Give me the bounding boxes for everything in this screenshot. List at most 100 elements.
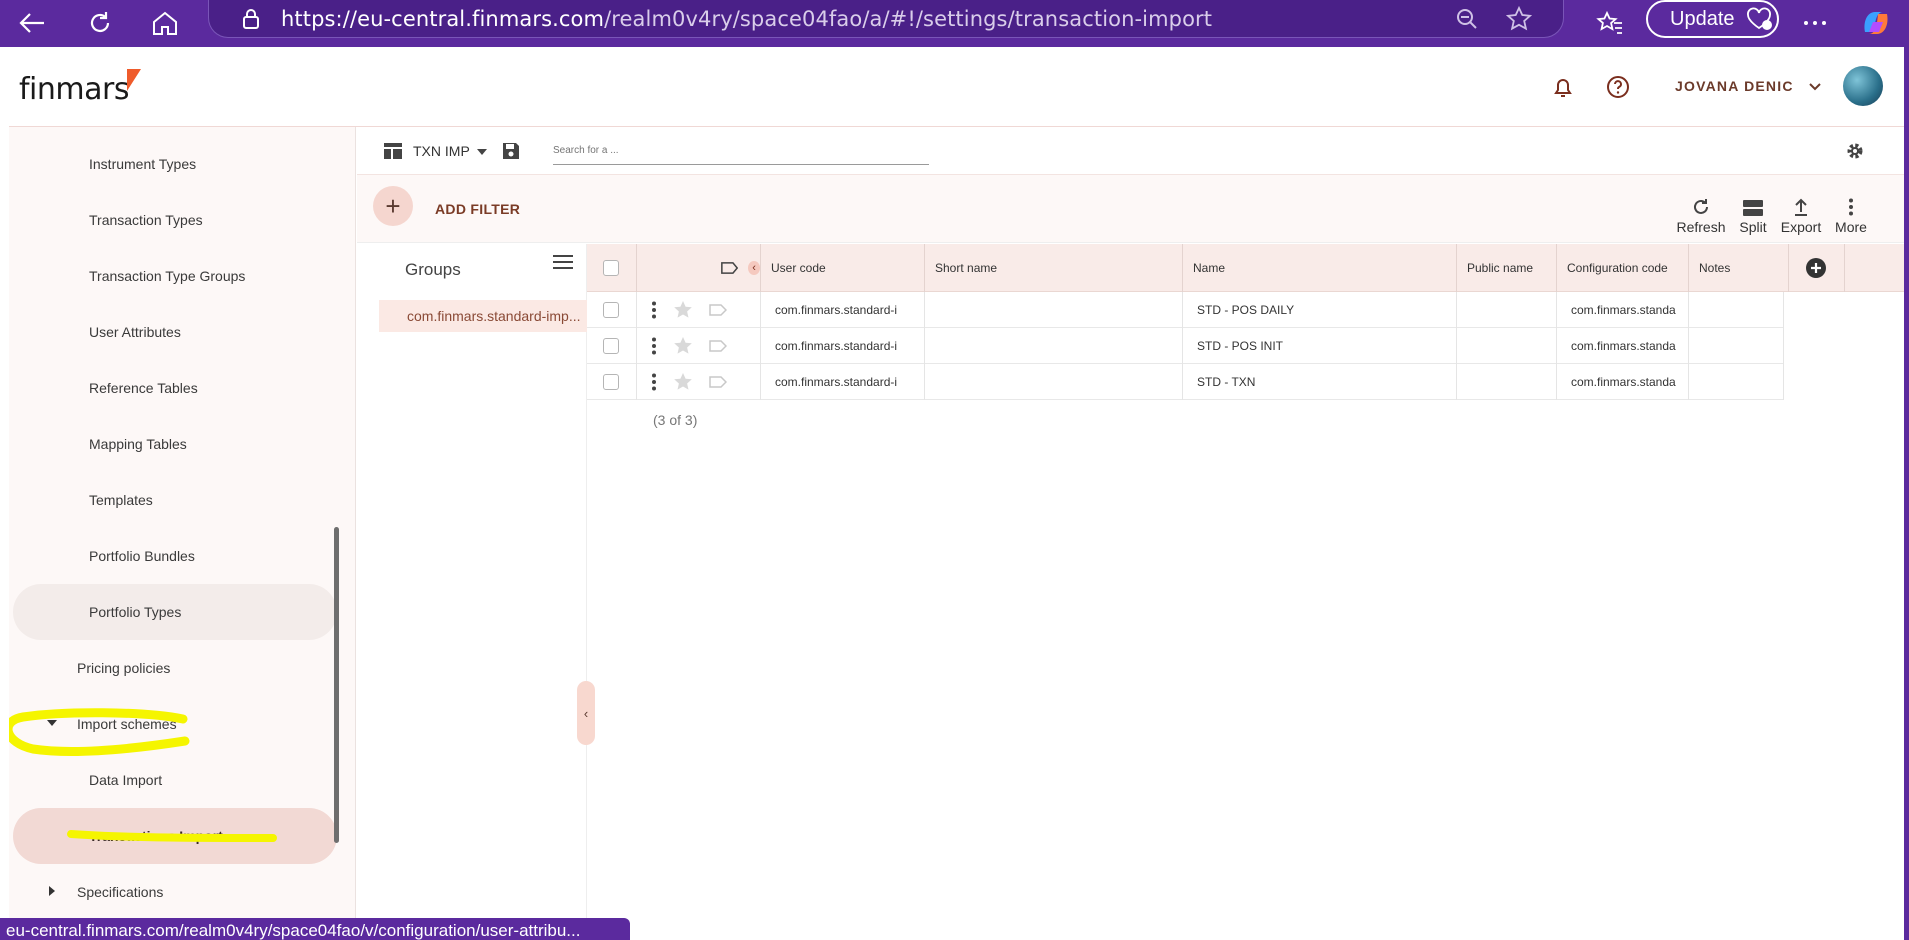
sidebar-item-specifications[interactable]: Specifications (9, 864, 339, 920)
column-label: Name (1193, 261, 1226, 275)
column-header-name[interactable]: Name (1183, 244, 1457, 292)
column-header-short-name[interactable]: Short name (925, 244, 1183, 292)
caret-down-icon (477, 149, 488, 156)
cell-configuration-code: com.finmars.standa (1557, 364, 1689, 400)
column-label: User code (771, 261, 826, 275)
tag-icon[interactable] (721, 261, 739, 275)
screen: https://eu-central.finmars.com/realm0v4r… (0, 0, 1909, 940)
sidebar-item-transaction-types[interactable]: Transaction Types (9, 192, 339, 248)
row-menu-icon[interactable] (651, 373, 657, 391)
sidebar-item-reference-tables[interactable]: Reference Tables (9, 360, 339, 416)
finmars-logo[interactable]: finmars (19, 69, 141, 107)
row-actions (637, 328, 761, 364)
sidebar-scrollbar[interactable] (334, 527, 339, 843)
save-icon[interactable] (491, 132, 531, 170)
table-row[interactable]: com.finmars.standard-i STD - POS DAILY c… (587, 292, 1784, 328)
search-field[interactable] (553, 137, 929, 165)
address-bar[interactable]: https://eu-central.finmars.com/realm0v4r… (208, 0, 1564, 38)
chevron-down-icon (1809, 83, 1821, 91)
export-icon (1795, 198, 1807, 216)
avatar[interactable] (1843, 66, 1883, 106)
back-arrow-icon[interactable] (12, 4, 52, 42)
add-filter-label[interactable]: ADD FILTER (435, 201, 520, 217)
row-checkbox[interactable] (603, 302, 619, 318)
update-button[interactable]: Update (1646, 0, 1779, 38)
copilot-icon[interactable] (1856, 4, 1896, 42)
sidebar-item-templates[interactable]: Templates (9, 472, 339, 528)
sidebar-item-transaction-type-groups[interactable]: Transaction Type Groups (9, 248, 339, 304)
sidebar-item-mapping-tables[interactable]: Mapping Tables (9, 416, 339, 472)
sidebar-item-pricing-policies[interactable]: Pricing policies (9, 640, 339, 696)
group-item-label: com.finmars.standard-imp... (407, 308, 581, 324)
row-checkbox-cell (587, 328, 637, 364)
export-button[interactable]: Export (1773, 185, 1829, 235)
group-item[interactable]: com.finmars.standard-imp... (379, 300, 587, 332)
tag-icon[interactable] (709, 376, 727, 388)
row-checkbox-cell (587, 364, 637, 400)
search-input[interactable] (553, 137, 929, 163)
sidebar-item-data-import[interactable]: Data Import (9, 752, 339, 808)
tag-icon[interactable] (709, 340, 727, 352)
column-header-user-code[interactable]: User code (761, 244, 925, 292)
row-actions (637, 364, 761, 400)
favorite-star-icon[interactable] (1499, 0, 1539, 38)
browser-frame-edge (1904, 0, 1909, 940)
cell-user-code: com.finmars.standard-i (761, 292, 925, 328)
cell-user-code: com.finmars.standard-i (761, 328, 925, 364)
more-dots-icon[interactable] (1795, 4, 1835, 42)
cell-public-name (1457, 328, 1557, 364)
groups-menu-icon[interactable] (551, 250, 575, 274)
notifications-bell-icon[interactable] (1543, 68, 1583, 106)
refresh-button[interactable]: Refresh (1673, 185, 1729, 235)
column-header-public-name[interactable]: Public name (1457, 244, 1557, 292)
zoom-out-icon[interactable] (1447, 0, 1487, 38)
select-all-checkbox[interactable] (603, 260, 619, 276)
favorite-star-icon[interactable] (673, 336, 693, 356)
row-checkbox[interactable] (603, 338, 619, 354)
sidebar-item-instrument-types[interactable]: Instrument Types (9, 136, 339, 192)
row-checkbox[interactable] (603, 374, 619, 390)
update-label: Update (1670, 7, 1735, 30)
split-icon (1743, 200, 1763, 216)
favorites-icon[interactable] (1590, 4, 1630, 42)
tag-icon[interactable] (709, 304, 727, 316)
help-icon[interactable] (1598, 68, 1638, 106)
lock-icon[interactable] (231, 0, 271, 38)
favorite-star-icon[interactable] (673, 300, 693, 320)
home-icon[interactable] (145, 4, 185, 42)
cell-name: STD - TXN (1183, 364, 1457, 400)
reload-icon[interactable] (80, 4, 120, 42)
table-row[interactable]: com.finmars.standard-i STD - POS INIT co… (587, 328, 1784, 364)
cell-public-name (1457, 292, 1557, 328)
add-filter-button[interactable]: + (373, 186, 413, 226)
add-column-icon[interactable] (1805, 257, 1827, 279)
select-all-checkbox-cell (587, 244, 637, 292)
more-button[interactable]: More (1823, 185, 1879, 235)
sidebar-item-label: Pricing policies (77, 660, 171, 676)
layout-selector[interactable]: TXN IMP (413, 143, 488, 159)
browser-toolbar: https://eu-central.finmars.com/realm0v4r… (0, 0, 1909, 47)
layout-toolbar: TXN IMP (357, 127, 1904, 175)
chevron-left-icon[interactable]: ‹ (748, 261, 760, 275)
sidebar-item-portfolio-types[interactable]: Portfolio Types (13, 584, 337, 640)
yellow-highlight-scribble (9, 708, 190, 756)
collapse-groups-handle[interactable]: ‹ (577, 681, 595, 745)
url-text[interactable]: https://eu-central.finmars.com/realm0v4r… (281, 7, 1212, 31)
main-content: TXN IMP + ADD FILTER Refresh Split (357, 127, 1904, 940)
user-menu[interactable]: JOVANA DENIC (1675, 78, 1821, 94)
column-header-notes[interactable]: Notes (1689, 244, 1789, 292)
settings-gear-icon[interactable] (1835, 132, 1875, 170)
groups-panel: Groups com.finmars.standard-imp... ‹ (357, 244, 595, 940)
table-row[interactable]: com.finmars.standard-i STD - TXN com.fin… (587, 364, 1784, 400)
layout-grid-icon[interactable] (373, 132, 413, 170)
sidebar-item-portfolio-bundles[interactable]: Portfolio Bundles (9, 528, 339, 584)
row-menu-icon[interactable] (651, 301, 657, 319)
status-bar-url: eu-central.finmars.com/realm0v4ry/space0… (0, 918, 630, 940)
row-menu-icon[interactable] (651, 337, 657, 355)
favorite-star-icon[interactable] (673, 372, 693, 392)
health-heart-icon (1746, 7, 1772, 30)
column-header-configuration-code[interactable]: Configuration code (1557, 244, 1689, 292)
sidebar-item-label: Templates (89, 492, 153, 508)
sidebar-item-user-attributes[interactable]: User Attributes (9, 304, 339, 360)
cell-notes (1689, 292, 1784, 328)
